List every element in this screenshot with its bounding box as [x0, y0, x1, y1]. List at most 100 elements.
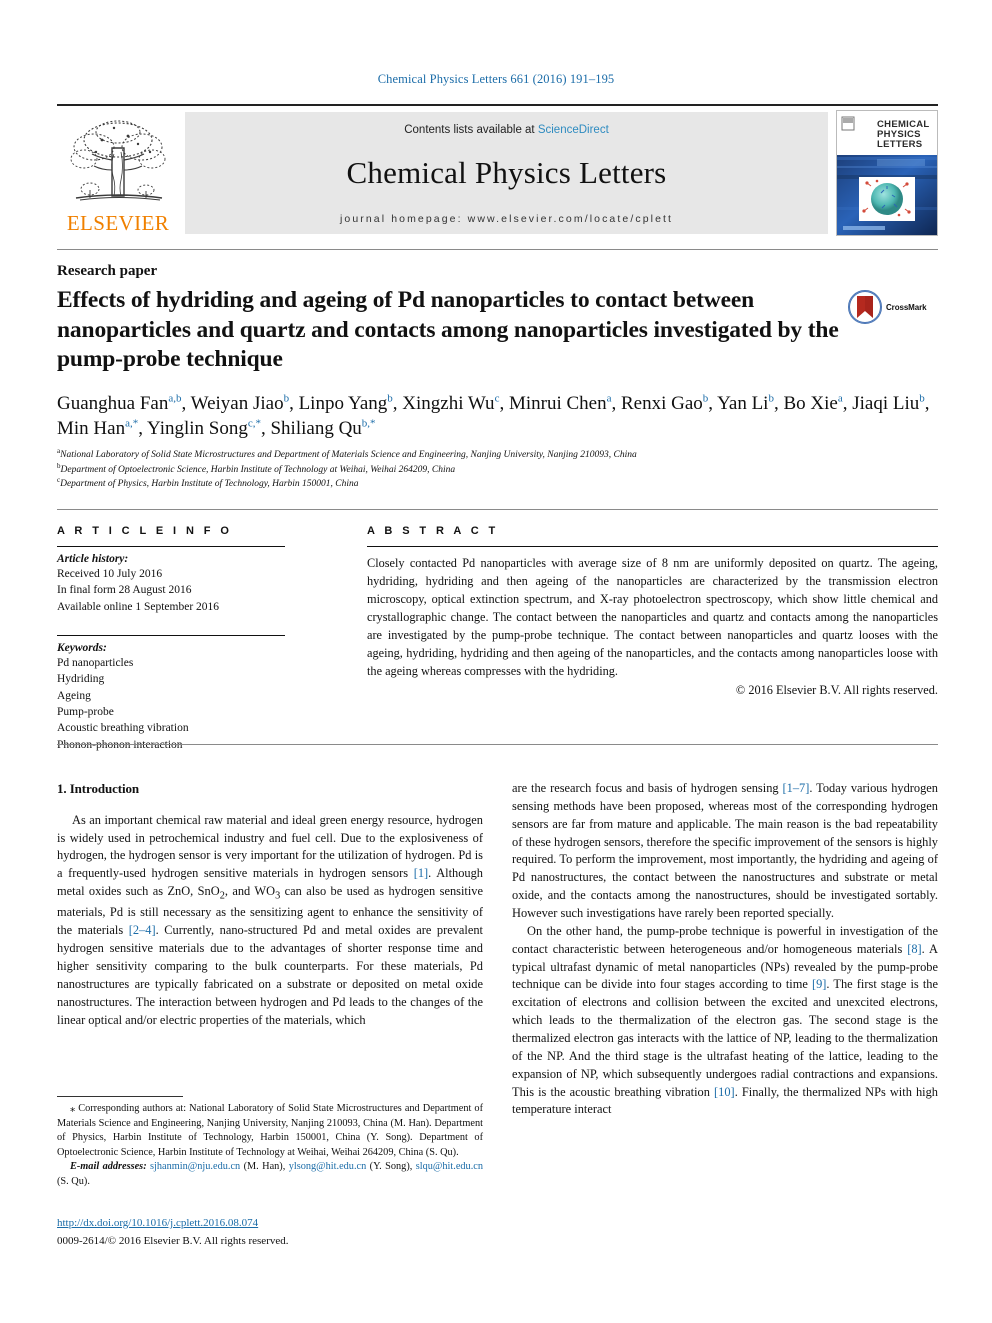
masthead-bottom-rule: [57, 249, 938, 250]
author-affiliation-mark: a,*: [125, 417, 139, 430]
citation-ref-10[interactable]: [10]: [714, 1085, 735, 1099]
keywords-label: Keywords:: [57, 641, 107, 654]
contents-lists-line: Contents lists available at ScienceDirec…: [404, 124, 609, 136]
author-affiliation-mark: a,b: [168, 392, 182, 405]
footnote-rule: [57, 1096, 183, 1097]
article-history-label: Article history:: [57, 553, 129, 565]
body-column-left: 1. Introduction As an important chemical…: [57, 780, 483, 1030]
citation-ref-2-4[interactable]: [2–4]: [129, 923, 156, 937]
sciencedirect-link[interactable]: ScienceDirect: [538, 124, 609, 136]
author-name[interactable]: Jiaqi Liu: [852, 393, 919, 414]
email-address-link[interactable]: ylsong@hit.edu.cn: [289, 1161, 367, 1172]
citation-ref-9[interactable]: [9]: [812, 977, 826, 991]
author-affiliation-mark: a: [606, 392, 612, 405]
author-name[interactable]: Xingzhi Wu: [402, 393, 494, 414]
keywords-lines: Pd nanoparticles Hydriding Ageing Pump-prob…: [57, 655, 315, 753]
running-head: Chemical Physics Letters 661 (2016) 191–…: [377, 72, 615, 86]
author-affiliation-mark: b: [919, 392, 925, 405]
journal-masthead: ELSEVIER Contents lists available at Sci…: [57, 104, 938, 236]
svg-text:LETTERS: LETTERS: [877, 139, 922, 150]
abstract-column: A B S T R A C T Closely contacted Pd nan…: [367, 525, 938, 698]
affiliation-mark: b: [57, 461, 61, 470]
citation-ref-1[interactable]: [1]: [414, 866, 428, 880]
author-affiliation-mark: b: [768, 392, 774, 405]
author-name[interactable]: Guanghua Fan: [57, 393, 168, 414]
intro-text-e: . Currently, nano-structured Pd and meta…: [57, 923, 483, 1027]
author-affiliation-mark: b: [387, 392, 393, 405]
keyword-item: Acoustic breathing vibration: [57, 722, 189, 735]
right-text-c: On the other hand, the pump-probe techni…: [512, 923, 938, 956]
email-addresses-note: E-mail addresses: sjhanmin@nju.edu.cn (M…: [57, 1160, 483, 1189]
crossmark-label: CrossMark: [886, 302, 927, 312]
elsevier-tree-icon: [70, 120, 166, 201]
corresponding-author-note: ⁎ Corresponding authors at: National Lab…: [57, 1103, 483, 1158]
section-heading-introduction: 1. Introduction: [57, 781, 140, 796]
author-name[interactable]: Linpo Yang: [299, 393, 388, 414]
right-text-b: . Today various hydrogen sensing methods…: [512, 781, 938, 921]
intro-paragraph-1: As an important chemical raw material an…: [57, 812, 483, 1030]
doi-link[interactable]: http://dx.doi.org/10.1016/j.cplett.2016.…: [57, 1216, 487, 1231]
email-label: E-mail addresses:: [70, 1161, 147, 1173]
author-affiliation-mark: b: [283, 392, 290, 405]
abstract-block-top-rule: [57, 509, 938, 510]
crossmark-icon: [848, 290, 882, 324]
keyword-item: Ageing: [57, 689, 91, 702]
journal-cover-thumbnail: CHEMICAL PHYSICS LETTERS: [836, 110, 938, 236]
article-info-heading: A R T I C L E I N F O: [57, 525, 233, 537]
contents-prefix: Contents lists available at: [404, 124, 538, 136]
cover-artwork: CHEMICAL PHYSICS LETTERS: [837, 111, 937, 235]
right-paragraph-2: On the other hand, the pump-probe techni…: [512, 923, 938, 1119]
affiliation-line: aNational Laboratory of Solid State Micr…: [57, 446, 637, 460]
right-text-a: are the research focus and basis of hydr…: [512, 781, 783, 795]
citation-ref-1-7[interactable]: [1–7]: [783, 781, 810, 795]
journal-title: Chemical Physics Letters: [346, 155, 667, 191]
article-info-column: A R T I C L E I N F O Article history: R…: [57, 525, 315, 753]
abstract-text: Closely contacted Pd nanoparticles with …: [367, 556, 938, 678]
citation-ref-8[interactable]: [8]: [907, 942, 921, 956]
keyword-item: Pump-probe: [57, 705, 114, 718]
issn-copyright-line: 0009-2614/© 2016 Elsevier B.V. All right…: [57, 1234, 289, 1247]
footer-doi-block: http://dx.doi.org/10.1016/j.cplett.2016.…: [57, 1216, 487, 1249]
page-title: Effects of hydriding and ageing of Pd na…: [57, 287, 839, 373]
author-name[interactable]: Renxi Gao: [621, 393, 703, 414]
affiliation-line: bDepartment of Optoelectronic Science, H…: [57, 461, 456, 475]
journal-homepage-line[interactable]: journal homepage: www.elsevier.com/locat…: [340, 213, 673, 225]
author-name[interactable]: Yinglin Song: [147, 418, 248, 439]
author-name[interactable]: Shiliang Qu: [270, 418, 361, 439]
elsevier-logo: ELSEVIER: [57, 110, 179, 236]
author-affiliation-mark: b,*: [361, 417, 376, 430]
body-column-right: are the research focus and basis of hydr…: [512, 780, 938, 1119]
affiliation-line: cDepartment of Physics, Harbin Institute…: [57, 476, 359, 490]
paper-page: Chemical Physics Letters 661 (2016) 191–…: [0, 0, 992, 1323]
keyword-item: Hydriding: [57, 673, 105, 686]
author-name[interactable]: Min Han: [57, 418, 125, 439]
article-info-rule-1: [57, 546, 285, 547]
keyword-item: Pd nanoparticles: [57, 656, 134, 669]
right-paragraph-1: are the research focus and basis of hydr…: [512, 780, 938, 923]
journal-band: Contents lists available at ScienceDirec…: [185, 112, 828, 234]
footnote-block: ⁎ Corresponding authors at: National Lab…: [57, 1096, 483, 1190]
elsevier-wordmark: ELSEVIER: [66, 211, 170, 235]
article-info-rule-2: [57, 634, 285, 636]
author-name[interactable]: Minrui Chen: [509, 393, 607, 414]
crossmark-badge[interactable]: CrossMark: [848, 287, 938, 327]
article-history-line: Received 10 July 2016: [57, 568, 163, 580]
author-affiliation-mark: a: [837, 392, 843, 405]
article-history-line: In final form 28 August 2016: [57, 584, 192, 597]
affiliation-mark: c: [57, 476, 61, 485]
author-name[interactable]: Bo Xie: [783, 393, 837, 414]
article-type-label: Research paper: [57, 263, 158, 279]
affiliation-mark: a: [57, 446, 61, 455]
author-list: Guanghua Fana,b, Weiyan Jiaob, Linpo Yan…: [57, 392, 930, 440]
abstract-copyright: © 2016 Elsevier B.V. All rights reserved…: [735, 682, 938, 697]
author-name[interactable]: Yan Li: [717, 393, 768, 414]
email-address-link[interactable]: slqu@hit.edu.cn: [416, 1161, 483, 1172]
abstract-rule: [367, 546, 938, 547]
abstract-block-bottom-rule: [57, 744, 938, 745]
article-history-line: Available online 1 September 2016: [57, 600, 220, 613]
author-name[interactable]: Weiyan Jiao: [191, 393, 284, 414]
email-address-link[interactable]: sjhanmin@nju.edu.cn: [150, 1161, 240, 1172]
author-affiliation-mark: c,*: [247, 417, 261, 430]
intro-text-c: , and WO: [224, 884, 276, 899]
article-history-lines: Received 10 July 2016 In final form 28 Au…: [57, 566, 315, 615]
